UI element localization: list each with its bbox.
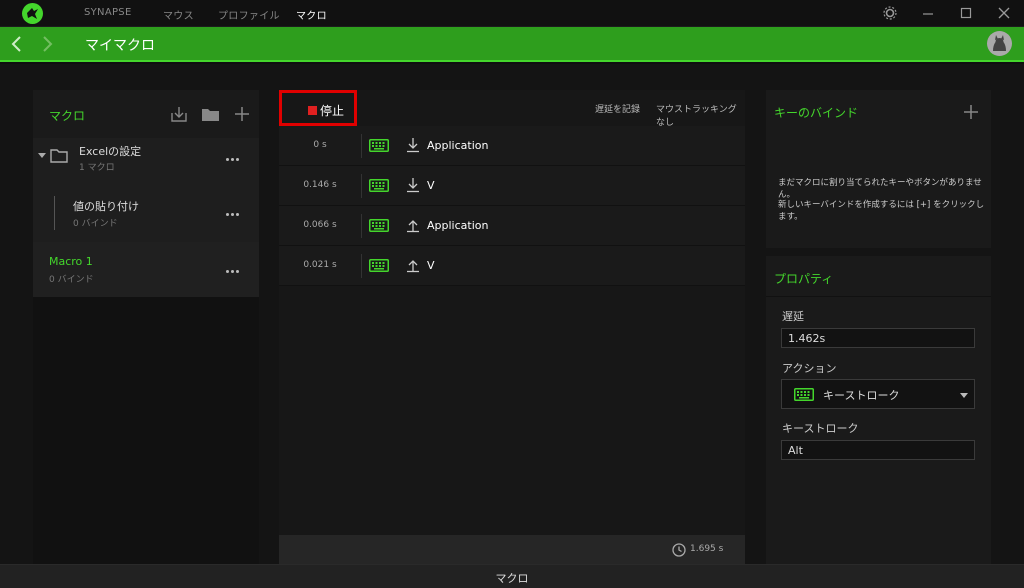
event-delay[interactable]: 0 s [279, 140, 361, 150]
event-key: Application [427, 139, 489, 152]
macro-list-header: マクロ [33, 90, 259, 138]
tab-profile[interactable]: プロファイル [218, 7, 280, 22]
record-delay-toggle[interactable]: 遅延を記録 [595, 102, 640, 115]
keystroke-field[interactable]: Alt [781, 440, 975, 460]
event-delay[interactable]: 0.066 s [279, 220, 361, 230]
user-avatar[interactable] [987, 31, 1012, 56]
keystroke-value: Alt [788, 444, 803, 457]
macro-item-more-icon[interactable] [226, 211, 242, 217]
expand-caret-icon[interactable] [38, 153, 46, 159]
folder-icon[interactable] [201, 106, 220, 122]
event-list: 0 s Application 0.146 s V 0.066 s Applic… [279, 126, 745, 286]
event-row[interactable]: 0.021 s V [279, 246, 745, 286]
key-down-icon [407, 178, 419, 193]
tree-line [54, 196, 55, 230]
add-keybind-icon[interactable] [963, 104, 979, 120]
event-key: V [427, 259, 435, 272]
razer-logo-icon[interactable] [22, 3, 43, 24]
key-down-icon [407, 138, 419, 153]
settings-gear-icon[interactable] [882, 5, 898, 21]
import-icon[interactable] [170, 105, 188, 123]
macro-item-binds: 0 バインド [73, 219, 118, 229]
action-select[interactable]: キーストローク [781, 379, 975, 409]
properties-panel: プロパティ 遅延 1.462s アクション キーストローク キーストローク Al… [766, 256, 991, 564]
event-key: V [427, 179, 435, 192]
delay-label: 遅延 [782, 310, 804, 323]
event-delay[interactable]: 0.021 s [279, 260, 361, 270]
folder-count: 1 マクロ [79, 163, 115, 173]
bottom-tab-bar: マクロ [0, 564, 1024, 588]
editor-footer: 1.695 s [279, 535, 745, 564]
folder-icon [50, 149, 68, 163]
keyboard-icon [369, 139, 389, 152]
macro-list-empty-area [33, 297, 259, 564]
add-macro-icon[interactable] [234, 106, 250, 122]
delay-field[interactable]: 1.462s [781, 328, 975, 348]
keybind-hint-message: 新しいキーバインドを作成するには [+] をクリックします。 [778, 200, 985, 222]
forward-arrow-icon[interactable] [40, 35, 54, 53]
stop-icon [308, 106, 317, 115]
macro-selected-binds: 0 バインド [49, 275, 94, 285]
macro-selected-more-icon[interactable] [226, 268, 242, 274]
properties-title: プロパティ [774, 272, 834, 286]
close-icon[interactable] [996, 5, 1012, 21]
header-bar: マイマクロ [0, 27, 1024, 62]
clock-icon [672, 543, 686, 557]
editor-toolbar: 停止 遅延を記録 マウストラッキングなし [279, 90, 745, 128]
action-label: アクション [782, 362, 837, 375]
back-arrow-icon[interactable] [10, 35, 24, 53]
mouse-tracking-toggle[interactable]: マウストラッキングなし [656, 102, 745, 128]
stop-label: 停止 [320, 104, 345, 118]
delay-value: 1.462s [788, 332, 826, 345]
action-value: キーストローク [823, 389, 900, 402]
macro-folder-group[interactable]: Excelの設定 1 マクロ 値の貼り付け 0 バインド [33, 138, 259, 242]
keyboard-icon [369, 179, 389, 192]
minimize-icon[interactable] [920, 5, 936, 21]
keybind-title: キーのバインド [774, 106, 859, 120]
macro-item-selected[interactable]: Macro 1 0 バインド [33, 242, 259, 297]
keyboard-icon [369, 219, 389, 232]
keystroke-label: キーストローク [782, 422, 859, 435]
title-bar: SYNAPSE マウス プロファイル マクロ [0, 0, 1024, 27]
stop-recording-button[interactable]: 停止 [279, 90, 357, 126]
key-up-icon [407, 220, 419, 233]
event-delay[interactable]: 0.146 s [279, 180, 361, 190]
event-row[interactable]: 0 s Application [279, 126, 745, 166]
macro-list-panel: マクロ Excelの設定 1 マクロ 値の貼り付け 0 バインド Macro 1… [33, 90, 259, 564]
total-duration: 1.695 s [690, 544, 724, 554]
keyboard-icon [369, 259, 389, 272]
event-key: Application [427, 219, 489, 232]
event-row[interactable]: 0.066 s Application [279, 206, 745, 246]
macro-editor: 停止 遅延を記録 マウストラッキングなし 0 s Application 0.1… [279, 90, 745, 564]
tab-synapse[interactable]: SYNAPSE [84, 7, 132, 18]
folder-more-icon[interactable] [226, 156, 242, 162]
event-row[interactable]: 0.146 s V [279, 166, 745, 206]
macro-selected-name: Macro 1 [49, 255, 93, 268]
folder-name: Excelの設定 [79, 145, 142, 158]
key-up-icon [407, 260, 419, 273]
bottom-tab-macro[interactable]: マクロ [0, 570, 1024, 586]
keybind-panel: キーのバインド まだマクロに割り当てられたキーやボタンがありません。 新しいキー… [766, 90, 991, 248]
tab-macro[interactable]: マクロ [296, 7, 327, 22]
chevron-down-icon [960, 393, 968, 398]
macro-item-name[interactable]: 値の貼り付け [73, 198, 139, 214]
macro-list-title: マクロ [49, 109, 86, 123]
maximize-icon[interactable] [958, 5, 974, 21]
tab-mouse[interactable]: マウス [163, 7, 194, 22]
keybind-empty-message: まだマクロに割り当てられたキーやボタンがありません。 [778, 178, 982, 200]
keyboard-icon [794, 388, 814, 401]
page-title: マイマクロ [85, 38, 155, 54]
